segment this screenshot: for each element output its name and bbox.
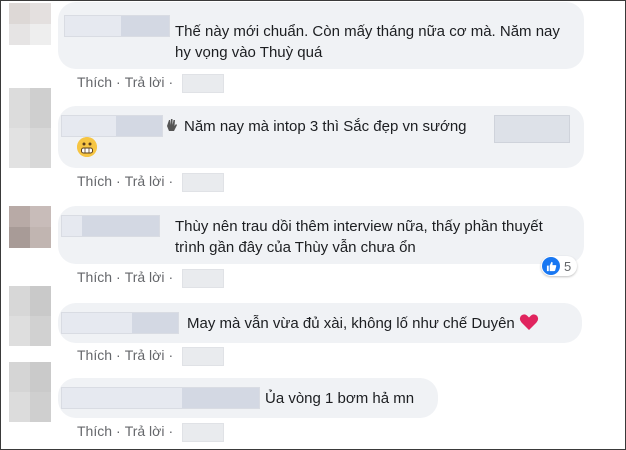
comment-text-line: May mà vẫn vừa đủ xài, không lố như chế … [187,313,587,334]
avatar[interactable] [9,3,51,45]
comment-bubble: Thế này mới chuẩn. Còn mấy tháng nữa cơ … [58,2,584,69]
separator: · [116,269,121,285]
reply-button[interactable]: Trả lời [125,423,165,439]
like-button[interactable]: Thích [77,269,112,285]
separator: · [168,74,174,90]
comment-text-line: Năm nay mà intop 3 thì Sắc đẹp vn sướng [164,116,494,137]
separator: · [168,347,174,363]
timestamp[interactable] [182,173,224,192]
like-icon [542,257,560,275]
reply-button[interactable]: Trả lời [125,347,165,363]
separator: · [168,269,174,285]
like-button[interactable]: Thích [77,423,112,439]
separator: · [116,347,121,363]
like-button[interactable]: Thích [77,347,112,363]
reply-button[interactable]: Trả lời [125,74,165,90]
comment-text: Thế này mới chuẩn. Còn mấy tháng nữa cơ … [175,23,560,61]
avatar[interactable] [9,88,51,168]
separator: · [116,74,121,90]
comment-text: Ủa vòng 1 bơm hả mn [265,390,415,407]
comment-text: Năm nay mà intop 3 thì Sắc đẹp vn sướng [184,118,467,135]
timestamp[interactable] [182,423,224,442]
separator: · [116,423,121,439]
timestamp[interactable] [182,347,224,366]
comment-actions: Thích · Trả lời · [77,345,177,365]
reaction-summary[interactable]: 5 [541,256,578,276]
comment-actions: Thích · Trả lời · [77,171,177,191]
like-button[interactable]: Thích [77,173,112,189]
reply-button[interactable]: Trả lời [125,173,165,189]
timestamp[interactable] [182,269,224,288]
reaction-count: 5 [564,258,572,274]
like-button[interactable]: Thích [77,74,112,90]
comment-bubble: May mà vẫn vừa đủ xài, không lố như chế … [58,303,582,343]
separator: · [116,173,121,189]
separator: · [168,173,174,189]
grimacing-face-icon [77,137,97,157]
timestamp[interactable] [182,74,224,93]
red-heart-icon [519,314,538,330]
commenter-name[interactable] [61,215,160,237]
separator: · [168,423,174,439]
avatar[interactable] [9,362,51,422]
commenter-name[interactable] [61,387,260,409]
comment-actions: Thích · Trả lời · [77,72,177,92]
comment-bubble: Ủa vòng 1 bơm hả mn [58,378,438,418]
comment-actions: Thích · Trả lời · [77,267,177,287]
waving-hand-icon [167,119,177,131]
commenter-name[interactable] [61,312,179,334]
comment-bubble: Năm nay mà intop 3 thì Sắc đẹp vn sướng [58,106,584,168]
blurred-mention [494,115,570,143]
comment-text: Thùy nên trau dồi thêm interview nữa, th… [175,218,543,256]
comment-text: May mà vẫn vừa đủ xài, không lố như chế … [187,315,515,332]
comment-actions: Thích · Trả lời · [77,421,177,441]
commenter-name[interactable] [64,15,170,37]
comment-bubble: Thùy nên trau dồi thêm interview nữa, th… [58,206,584,264]
commenter-name[interactable] [61,115,163,137]
reply-button[interactable]: Trả lời [125,269,165,285]
avatar[interactable] [9,206,51,248]
avatar[interactable] [9,286,51,346]
